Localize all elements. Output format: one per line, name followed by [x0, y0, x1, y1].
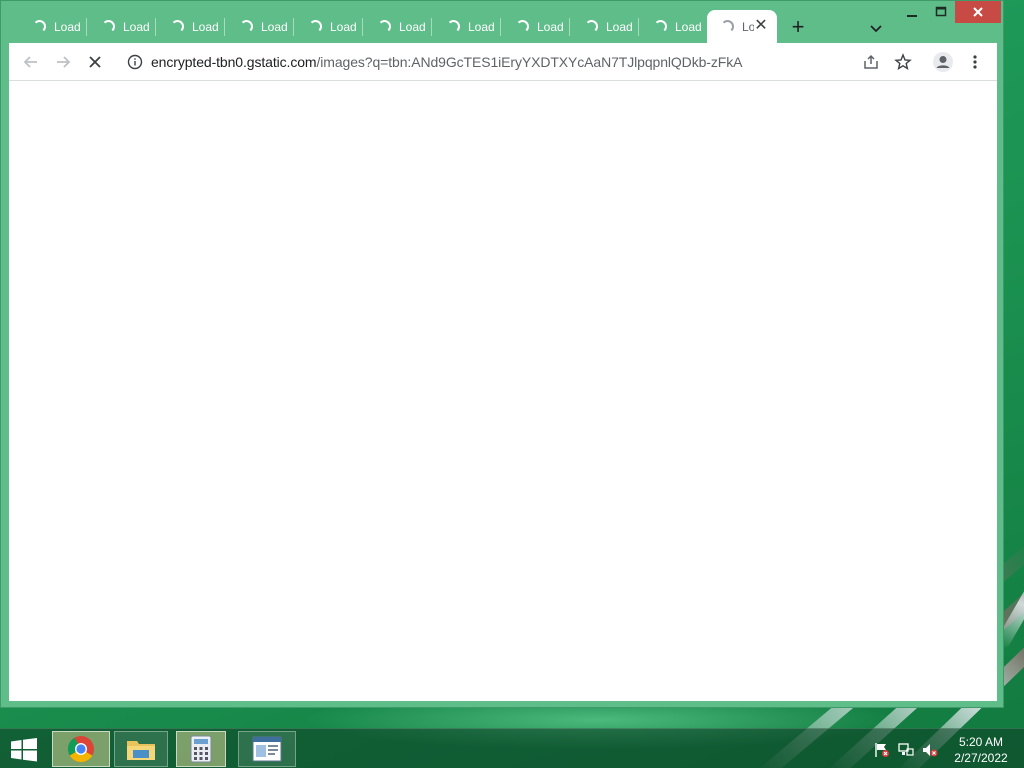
tab-separator	[569, 18, 570, 36]
taskbar-window-app[interactable]	[238, 731, 296, 767]
loading-spinner-icon	[516, 20, 529, 33]
close-icon	[973, 7, 983, 17]
info-icon	[127, 54, 143, 70]
loading-spinner-icon	[309, 20, 322, 33]
tab-title: Loading	[606, 19, 632, 34]
loading-spinner-icon	[447, 20, 460, 33]
tab-title: Loading	[123, 19, 149, 34]
windows-logo-icon	[11, 738, 37, 762]
arrow-left-icon	[23, 56, 37, 68]
loading-spinner-icon	[585, 20, 598, 33]
address-bar[interactable]: encrypted-tbn0.gstatic.com/images?q=tbn:…	[119, 48, 849, 76]
url-path: /images?q=tbn:ANd9GcTES1iEryYXDTXYcAaN7T…	[316, 54, 743, 70]
tab-separator	[155, 18, 156, 36]
volume-muted-icon[interactable]	[922, 742, 938, 758]
tab-separator	[431, 18, 432, 36]
tab-loading[interactable]: Loading	[19, 10, 87, 43]
close-window-button[interactable]	[955, 1, 1001, 23]
tab-loading[interactable]: Loading	[571, 10, 639, 43]
taskbar-chrome[interactable]	[52, 731, 110, 767]
clock-time: 5:20 AM	[958, 735, 1004, 749]
tab-title: Loading	[261, 19, 287, 34]
tab-title: Loading	[330, 19, 356, 34]
more-vertical-icon	[973, 55, 977, 69]
loading-spinner-icon	[33, 20, 46, 33]
avatar-icon	[933, 52, 953, 72]
tab-title: Loading	[192, 19, 218, 34]
tab-loading[interactable]: Loading	[226, 10, 294, 43]
loading-spinner-icon	[171, 20, 184, 33]
close-tab-button[interactable]: ✕	[753, 18, 769, 34]
tab-separator	[86, 18, 87, 36]
calculator-icon	[190, 735, 212, 763]
loading-spinner-icon	[721, 20, 734, 33]
maximize-icon	[935, 6, 947, 17]
share-icon	[864, 54, 878, 69]
forward-button[interactable]	[51, 50, 75, 74]
tab-separator	[638, 18, 639, 36]
url-host: encrypted-tbn0.gstatic.com	[151, 54, 317, 70]
system-clock[interactable]: 5:20 AM 2/27/2022	[948, 734, 1014, 766]
page-content[interactable]	[9, 81, 997, 701]
tab-separator	[500, 18, 501, 36]
tab-title: Loading	[537, 19, 563, 34]
share-button[interactable]	[859, 50, 883, 74]
stop-loading-button[interactable]	[83, 50, 107, 74]
loading-spinner-icon	[102, 20, 115, 33]
minimize-icon	[907, 15, 917, 17]
tab-loading[interactable]: Loading	[88, 10, 156, 43]
url-text: encrypted-tbn0.gstatic.com/images?q=tbn:…	[151, 54, 742, 70]
loading-spinner-icon	[240, 20, 253, 33]
folder-icon	[127, 741, 155, 760]
chevron-down-icon	[870, 25, 882, 33]
profile-button[interactable]	[931, 50, 955, 74]
menu-button[interactable]	[963, 50, 987, 74]
tab-separator	[362, 18, 363, 36]
tab-loading[interactable]: Loading	[157, 10, 225, 43]
minimize-button[interactable]	[897, 1, 927, 23]
tab-title: Loading	[468, 19, 494, 34]
new-tab-button[interactable]: +	[785, 15, 811, 41]
tab-loading[interactable]: Loading	[502, 10, 570, 43]
clock-date: 2/27/2022	[954, 751, 1008, 765]
bookmark-button[interactable]	[891, 50, 915, 74]
tab-title: Loading	[54, 19, 80, 34]
tab-loading[interactable]: Loading	[640, 10, 708, 43]
tab-loading[interactable]: Loading	[295, 10, 363, 43]
tab-active[interactable]: Loading ✕	[707, 10, 777, 43]
star-icon	[894, 53, 912, 70]
tab-loading[interactable]: Loading	[433, 10, 501, 43]
tab-separator	[293, 18, 294, 36]
loading-spinner-icon	[654, 20, 667, 33]
back-button[interactable]	[19, 50, 43, 74]
tab-title: Loading	[675, 19, 701, 34]
chrome-icon	[67, 736, 94, 763]
network-icon[interactable]	[898, 742, 914, 758]
browser-toolbar: encrypted-tbn0.gstatic.com/images?q=tbn:…	[9, 43, 997, 81]
tab-strip: Loading Loading Loading Loading Loading …	[1, 1, 1005, 43]
taskbar-file-explorer[interactable]	[114, 731, 168, 767]
site-info-button[interactable]	[127, 54, 143, 70]
action-center-flag-icon[interactable]	[874, 742, 890, 758]
maximize-button[interactable]	[927, 1, 955, 23]
window-app-icon	[252, 736, 282, 762]
tab-search-button[interactable]	[865, 17, 887, 39]
tab-separator	[224, 18, 225, 36]
start-button[interactable]	[10, 738, 38, 762]
browser-window: Loading Loading Loading Loading Loading …	[0, 0, 1004, 708]
close-icon	[89, 56, 101, 68]
tab-loading[interactable]: Loading	[364, 10, 432, 43]
loading-spinner-icon	[378, 20, 391, 33]
tab-title: Loading	[399, 19, 425, 34]
arrow-right-icon	[57, 56, 71, 68]
taskbar: 5:20 AM 2/27/2022	[0, 728, 1024, 768]
taskbar-calculator[interactable]	[176, 731, 226, 767]
